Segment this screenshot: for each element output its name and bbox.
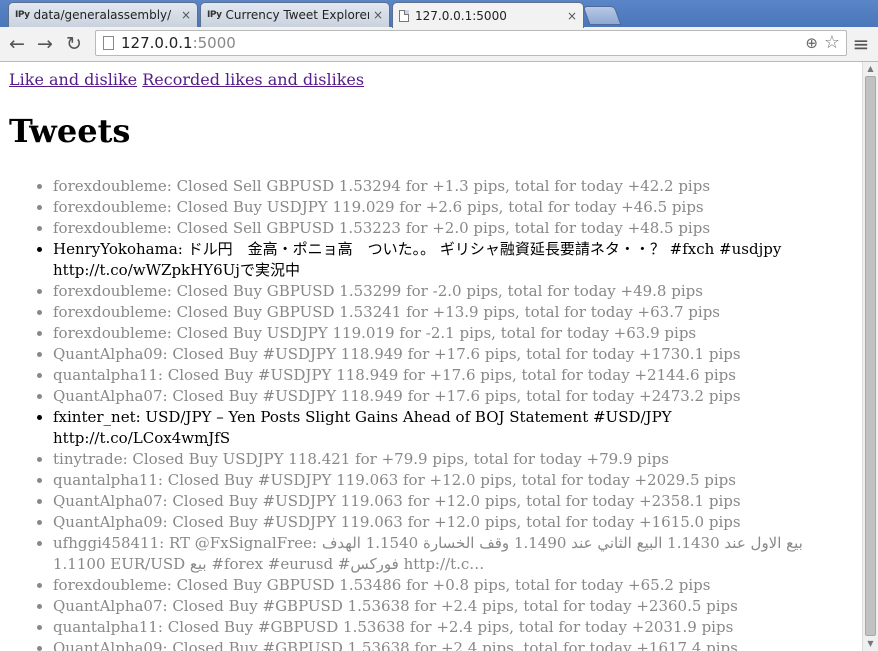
tab-title: Currency Tweet Explorer	[225, 8, 369, 22]
tweet-text: forexdoubleme: Closed Buy USDJPY 119.029…	[53, 198, 704, 216]
page-icon	[103, 36, 114, 50]
tab-title: 127.0.0.1:5000	[415, 8, 507, 23]
close-icon[interactable]: ×	[373, 8, 383, 22]
browser-toolbar: ← → ↻ 127.0.0.1:5000 ⊕ ☆ ≡	[0, 27, 878, 62]
page-icon	[399, 9, 409, 22]
tweet-text: ufhggi458411: RT @FxSignalFree: بيع الاو…	[53, 534, 803, 573]
tweet-text: forexdoubleme: Closed Buy GBPUSD 1.53241…	[53, 303, 720, 321]
url-port: :5000	[192, 34, 236, 52]
tweet-item: QuantAlpha07: Closed Buy #USDJPY 118.949…	[53, 386, 843, 407]
scroll-down-icon[interactable]: ▼	[863, 637, 878, 651]
tab-strip: IPy data/generalassembly/ × IPy Currency…	[0, 0, 878, 28]
tweet-text: quantalpha11: Closed Buy #GBPUSD 1.53638…	[53, 618, 734, 636]
url-text: 127.0.0.1:5000	[121, 31, 236, 55]
tweet-item: forexdoubleme: Closed Buy GBPUSD 1.53299…	[53, 281, 843, 302]
tweet-item: QuantAlpha09: Closed Buy #GBPUSD 1.53638…	[53, 638, 843, 651]
tab-currency-tweet-explorer[interactable]: IPy Currency Tweet Explorer ×	[200, 2, 390, 27]
tweet-item: forexdoubleme: Closed Buy GBPUSD 1.53241…	[53, 302, 843, 323]
tweet-text: QuantAlpha09: Closed Buy #USDJPY 119.063…	[53, 513, 741, 531]
tweet-text: QuantAlpha09: Closed Buy #USDJPY 118.949…	[53, 345, 741, 363]
tweet-text: QuantAlpha07: Closed Buy #USDJPY 118.949…	[53, 387, 741, 405]
tweet-item: forexdoubleme: Closed Buy USDJPY 119.019…	[53, 323, 843, 344]
zoom-icon[interactable]: ⊕	[805, 31, 818, 55]
menu-icon[interactable]: ≡	[852, 32, 870, 56]
tweet-text: forexdoubleme: Closed Buy GBPUSD 1.53299…	[53, 282, 703, 300]
tweet-item: quantalpha11: Closed Buy #USDJPY 119.063…	[53, 470, 843, 491]
tweet-item: QuantAlpha09: Closed Buy #USDJPY 119.063…	[53, 512, 843, 533]
back-icon[interactable]: ←	[5, 31, 29, 57]
tweet-text: forexdoubleme: Closed Sell GBPUSD 1.5322…	[53, 219, 711, 237]
tweet-item: HenryYokohama: ドル円 金高・ポニョ高 ついた。。 ギリシャ融資延…	[53, 239, 843, 281]
tweet-text: forexdoubleme: Closed Buy GBPUSD 1.53486…	[53, 576, 711, 594]
tweet-item: quantalpha11: Closed Buy #USDJPY 118.949…	[53, 365, 843, 386]
tweet-text: forexdoubleme: Closed Buy USDJPY 119.019…	[53, 324, 697, 342]
tweet-list: forexdoubleme: Closed Sell GBPUSD 1.5329…	[35, 176, 843, 651]
reload-icon[interactable]: ↻	[62, 31, 86, 57]
tweet-text: quantalpha11: Closed Buy #USDJPY 118.949…	[53, 366, 736, 384]
tweet-text: QuantAlpha07: Closed Buy #GBPUSD 1.53638…	[53, 597, 738, 615]
close-icon[interactable]: ×	[567, 9, 577, 23]
tab-localhost[interactable]: 127.0.0.1:5000 ×	[392, 2, 584, 28]
scroll-thumb[interactable]	[865, 76, 876, 636]
tweet-item: QuantAlpha09: Closed Buy #USDJPY 118.949…	[53, 344, 843, 365]
tweet-text: QuantAlpha09: Closed Buy #GBPUSD 1.53638…	[53, 639, 738, 651]
tweet-item: forexdoubleme: Closed Buy USDJPY 119.029…	[53, 197, 843, 218]
page-viewport: Like and dislike Recorded likes and disl…	[0, 62, 862, 651]
address-bar[interactable]: 127.0.0.1:5000 ⊕ ☆	[95, 30, 847, 56]
tweet-text: tinytrade: Closed Buy USDJPY 118.421 for…	[53, 450, 669, 468]
tweet-item: QuantAlpha07: Closed Buy #GBPUSD 1.53638…	[53, 596, 843, 617]
tweet-item: forexdoubleme: Closed Sell GBPUSD 1.5329…	[53, 176, 843, 197]
ipython-icon: IPy	[15, 10, 30, 20]
tweet-text: HenryYokohama: ドル円 金高・ポニョ高 ついた。。 ギリシャ融資延…	[53, 240, 782, 279]
tweet-item: fxinter_net: USD/JPY – Yen Posts Slight …	[53, 407, 843, 449]
tweet-item: tinytrade: Closed Buy USDJPY 118.421 for…	[53, 449, 843, 470]
tweet-item: forexdoubleme: Closed Sell GBPUSD 1.5322…	[53, 218, 843, 239]
tweet-item: quantalpha11: Closed Buy #GBPUSD 1.53638…	[53, 617, 843, 638]
scroll-up-icon[interactable]: ▲	[863, 62, 878, 76]
tweet-text: fxinter_net: USD/JPY – Yen Posts Slight …	[53, 408, 672, 447]
recorded-likes-link[interactable]: Recorded likes and dislikes	[142, 70, 364, 89]
like-and-dislike-link[interactable]: Like and dislike	[9, 70, 137, 89]
tweet-item: QuantAlpha07: Closed Buy #USDJPY 119.063…	[53, 491, 843, 512]
page-nav: Like and dislike Recorded likes and disl…	[9, 70, 364, 89]
tab-title: data/generalassembly/	[33, 8, 172, 22]
tweet-text: forexdoubleme: Closed Sell GBPUSD 1.5329…	[53, 177, 711, 195]
star-icon[interactable]: ☆	[824, 31, 840, 55]
ipython-icon: IPy	[207, 10, 222, 20]
url-host: 127.0.0.1	[121, 34, 193, 52]
forward-icon[interactable]: →	[33, 31, 57, 57]
tweet-item: ufhggi458411: RT @FxSignalFree: بيع الاو…	[53, 533, 843, 575]
tab-generalassembly[interactable]: IPy data/generalassembly/ ×	[8, 2, 198, 27]
tweet-text: quantalpha11: Closed Buy #USDJPY 119.063…	[53, 471, 736, 489]
page-title: Tweets	[9, 112, 131, 150]
tweet-item: forexdoubleme: Closed Buy GBPUSD 1.53486…	[53, 575, 843, 596]
new-tab-button[interactable]	[582, 6, 622, 25]
close-icon[interactable]: ×	[181, 8, 191, 22]
tweet-text: QuantAlpha07: Closed Buy #USDJPY 119.063…	[53, 492, 741, 510]
scrollbar[interactable]: ▲ ▼	[862, 62, 878, 651]
